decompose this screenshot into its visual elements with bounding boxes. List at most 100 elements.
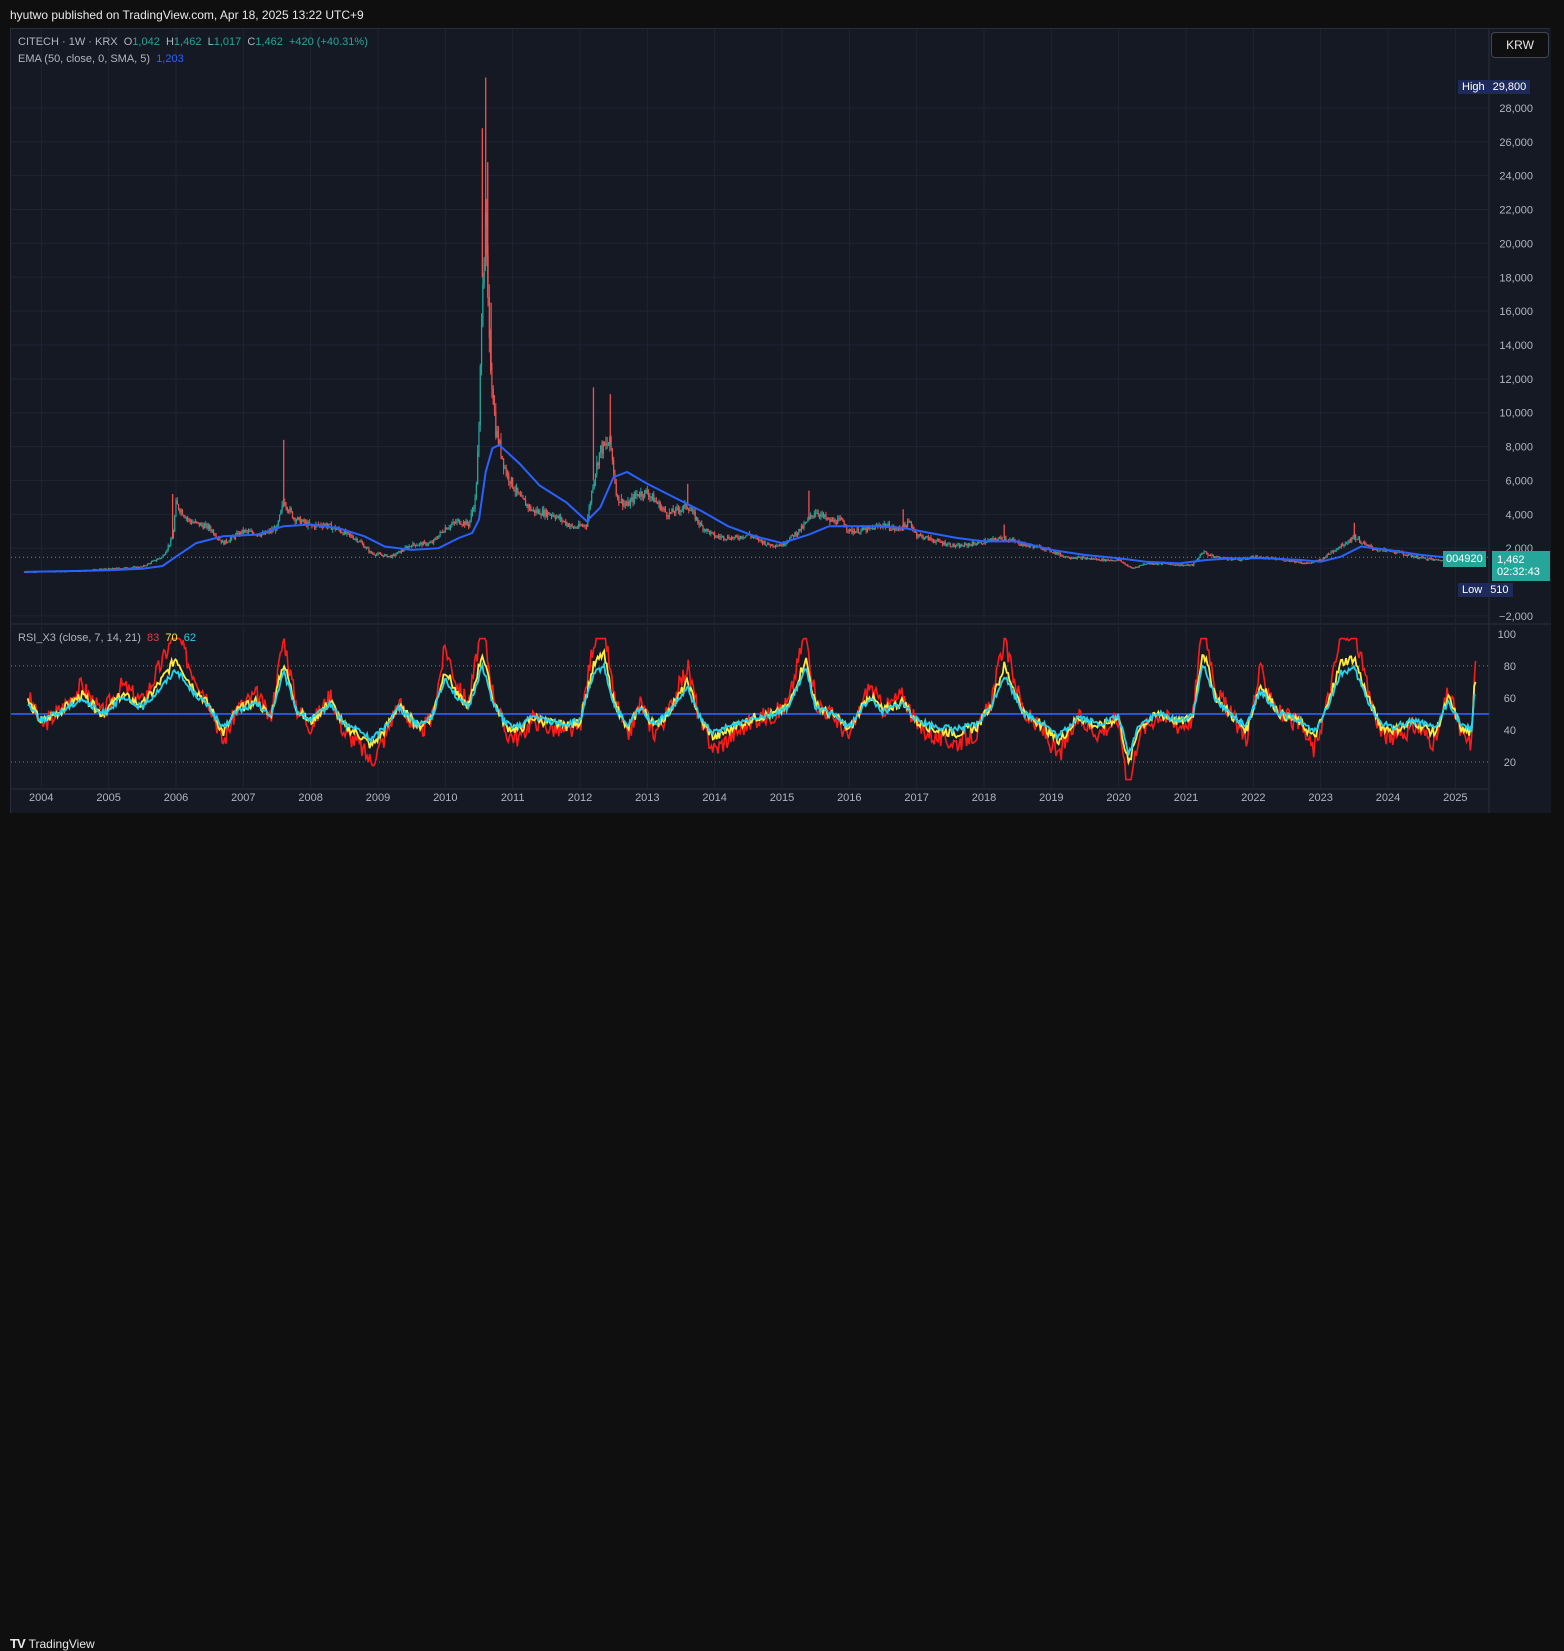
candle-body: [717, 535, 720, 537]
candle-body: [224, 539, 226, 545]
candle-body: [370, 551, 373, 554]
candle-body: [299, 517, 301, 524]
low-value: 1,017: [213, 36, 242, 48]
candle-body: [1367, 544, 1370, 546]
candle-body: [846, 527, 848, 530]
tradingview-logo[interactable]: TV TradingView: [10, 1636, 95, 1651]
candle-body: [699, 523, 702, 525]
candle-body: [1331, 551, 1333, 553]
candle-body: [420, 542, 422, 544]
candle-body: [190, 521, 193, 524]
candle-body: [917, 536, 919, 538]
candle-body: [873, 527, 875, 530]
candle-body: [557, 515, 559, 517]
candle-body: [1342, 543, 1344, 547]
candle-body: [1330, 551, 1332, 554]
candle-body: [1054, 551, 1056, 554]
candle-body: [251, 531, 253, 533]
candle-body: [369, 551, 371, 553]
candle-body: [188, 519, 190, 521]
candle-body: [541, 510, 544, 516]
candle-body: [473, 508, 475, 511]
candle-body: [861, 527, 863, 530]
candle-body: [1310, 562, 1313, 564]
rsi7-value: 83: [147, 632, 160, 644]
candle-body: [386, 554, 388, 558]
candle-body: [1299, 561, 1301, 563]
candle-body: [534, 509, 536, 513]
candle-body: [961, 544, 963, 547]
candle-body: [1077, 556, 1080, 558]
candle-body: [396, 552, 398, 555]
candle-body: [531, 510, 533, 512]
candle-body: [524, 500, 527, 506]
candle-body: [145, 565, 147, 567]
ema-legend[interactable]: EMA (50, close, 0, SMA, 5) 1,203: [18, 53, 184, 65]
candle-body: [1436, 559, 1438, 561]
candle-body: [522, 495, 524, 499]
candle-body: [1103, 558, 1106, 561]
candle-body: [523, 498, 525, 501]
candle-body: [1177, 564, 1179, 566]
candle-body: [499, 440, 501, 444]
candle-body: [501, 455, 503, 459]
last-price-tag: 1,462 02:32:43: [1492, 551, 1550, 581]
candle-body: [1187, 564, 1190, 566]
candle-body: [510, 477, 512, 485]
candle-body: [1339, 547, 1341, 549]
candle-body: [949, 543, 951, 547]
symbol-label[interactable]: CITECH · 1W · KRX: [18, 36, 118, 48]
candle-body: [1058, 553, 1060, 555]
candle-body: [150, 561, 152, 564]
candle-body: [408, 546, 410, 549]
candle-body: [1011, 539, 1014, 541]
candle-body: [956, 545, 958, 547]
candle-body: [482, 283, 484, 326]
candle-body: [559, 517, 562, 519]
candle-body: [348, 532, 351, 535]
candle-body: [741, 536, 743, 538]
candle-body: [242, 529, 244, 533]
candle-body: [544, 510, 546, 517]
candle-body: [1421, 556, 1423, 558]
candle-body: [556, 516, 558, 519]
candle-body: [250, 531, 252, 533]
candle-body: [887, 523, 889, 526]
candle-body: [606, 443, 608, 446]
candle-body: [363, 543, 365, 548]
candle-body: [1086, 558, 1089, 560]
candle-body: [818, 514, 821, 517]
candle-body: [464, 521, 466, 526]
candle-body: [277, 520, 279, 526]
candle-body: [228, 541, 230, 543]
candle-body: [607, 445, 610, 447]
candle-body: [583, 525, 585, 527]
candle-body: [433, 539, 435, 543]
candle-body: [799, 528, 801, 531]
x-tick-label: 2021: [1174, 792, 1198, 804]
candle-body: [1111, 560, 1113, 562]
chart-canvas[interactable]: 2004 2005 2006 2007 2008 2009 2010 2011 2012 2013…: [11, 29, 1551, 814]
candle-body: [664, 508, 667, 513]
currency-button[interactable]: KRW: [1491, 32, 1549, 58]
candle-body: [925, 536, 927, 539]
candle-body: [220, 540, 222, 543]
candle-body: [1304, 563, 1306, 565]
candle-body: [202, 525, 204, 529]
candle-body: [1085, 558, 1087, 560]
candle-body: [947, 543, 949, 546]
candle-body: [676, 507, 678, 509]
candle-body: [223, 541, 225, 545]
candle-body: [185, 517, 187, 519]
low-tag-label: Low: [1462, 584, 1483, 596]
candle-body: [443, 531, 445, 533]
x-tick-label: 2004: [29, 792, 53, 804]
candle-body: [1325, 556, 1327, 559]
candle-body: [446, 527, 448, 530]
chart-frame[interactable]: 2004 2005 2006 2007 2008 2009 2010 2011 2012 2013…: [10, 28, 1551, 814]
candle-body: [527, 504, 529, 508]
rsi-legend[interactable]: RSI_X3 (close, 7, 14, 21) 83 70 62: [18, 632, 196, 644]
candle-body: [1071, 557, 1073, 559]
candle-body: [1424, 557, 1427, 560]
candle-body: [759, 539, 761, 541]
